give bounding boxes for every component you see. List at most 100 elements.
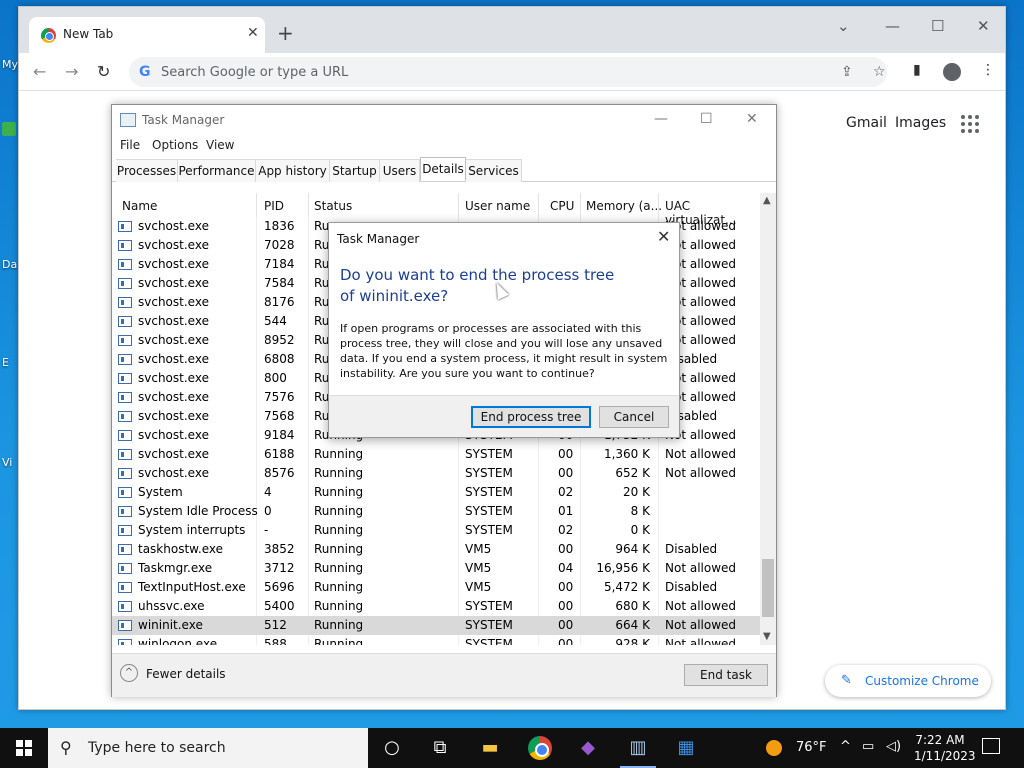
new-tab-button[interactable]: + [277, 23, 294, 43]
tab-performance[interactable]: Performance [178, 159, 256, 182]
scrollbar-thumb[interactable] [762, 559, 774, 617]
cell-status: Running [314, 637, 364, 645]
weather-sun-icon[interactable] [766, 740, 782, 756]
network-icon[interactable]: ▭ [862, 739, 874, 754]
table-row[interactable]: taskhostw.exe 3852 Running VM5 00 964 K Disabl… [112, 540, 760, 559]
table-row[interactable]: System interrupts - Running SYSTEM 02 0 K [112, 521, 760, 540]
table-row[interactable]: TextInputHost.exe 5696 Running VM5 00 5,472 K… [112, 578, 760, 597]
task-manager-taskbar-icon[interactable]: ▥ [620, 736, 656, 768]
tab-processes[interactable]: Processes [116, 159, 178, 182]
column-header-cpu[interactable]: CPU [550, 199, 574, 213]
cortana-icon[interactable]: ○ [380, 736, 404, 760]
cell-status: Running [314, 485, 364, 499]
end-process-tree-button[interactable]: End process tree [471, 406, 591, 428]
google-apps-icon[interactable] [961, 115, 979, 133]
chrome-tab-new-tab[interactable]: New Tab ✕ [29, 17, 265, 53]
dialog-message: If open programs or processes are associ… [340, 322, 668, 380]
file-explorer-icon[interactable]: ▬ [478, 736, 502, 760]
search-placeholder: Type here to search [88, 740, 226, 756]
cancel-button[interactable]: Cancel [599, 406, 669, 428]
close-tab-icon[interactable]: ✕ [247, 25, 259, 41]
chevron-up-icon[interactable]: ^ [120, 664, 138, 682]
address-bar-placeholder: Search Google or type a URL [161, 65, 349, 80]
cell-cpu: 01 [558, 504, 574, 518]
tab-startup[interactable]: Startup [330, 159, 380, 182]
table-row[interactable]: wininit.exe 512 Running SYSTEM 00 664 K Not al… [112, 616, 760, 635]
desktop-icon-label[interactable]: E [2, 356, 9, 369]
cell-name: wininit.exe [138, 618, 203, 632]
scroll-up-icon[interactable]: ▲ [763, 195, 771, 206]
fewer-details-link[interactable]: Fewer details [146, 667, 226, 681]
table-row[interactable]: uhssvc.exe 5400 Running SYSTEM 00 680 K Not al… [112, 597, 760, 616]
column-header-memory[interactable]: Memory (a... [586, 199, 662, 213]
cell-name: svchost.exe [138, 466, 209, 480]
tab-services[interactable]: Services [466, 159, 522, 182]
cell-pid: 5696 [264, 580, 295, 594]
table-row[interactable]: svchost.exe 8576 Running SYSTEM 00 652 K Not a… [112, 464, 760, 483]
table-row[interactable]: System Idle Process 0 Running SYSTEM 01 8 K [112, 502, 760, 521]
address-bar[interactable]: G Search Google or type a URL ⇪ ☆ [129, 57, 887, 87]
cell-name: uhssvc.exe [138, 599, 205, 613]
cell-status: Running [314, 580, 364, 594]
store-icon[interactable]: ▦ [674, 736, 698, 760]
tm-maximize-button[interactable]: ☐ [700, 111, 713, 127]
windows-start-icon[interactable] [16, 740, 32, 756]
task-view-icon[interactable]: ⧉ [428, 736, 452, 760]
column-header-user-name[interactable]: User name [465, 199, 530, 213]
minimize-button[interactable]: — [885, 17, 900, 35]
cell-pid: 7568 [264, 409, 295, 423]
menu-file[interactable]: File [120, 138, 140, 152]
tab-users[interactable]: Users [380, 159, 420, 182]
gmail-link[interactable]: Gmail [846, 115, 887, 131]
customize-chrome-button[interactable]: ✎ Customize Chrome [825, 665, 991, 697]
tm-minimize-button[interactable]: — [654, 111, 668, 127]
cell-name: svchost.exe [138, 219, 209, 233]
column-header-status[interactable]: Status [314, 199, 352, 213]
close-window-button[interactable]: ✕ [977, 17, 990, 35]
end-task-button[interactable]: End task [684, 664, 768, 686]
table-row[interactable]: System 4 Running SYSTEM 02 20 K [112, 483, 760, 502]
weather-temperature[interactable]: 76°F [796, 740, 827, 755]
notification-center-icon[interactable] [982, 738, 1000, 754]
reload-icon[interactable]: ↻ [97, 62, 110, 81]
table-row[interactable]: winlogon.exe 588 Running SYSTEM 00 928 K Not a… [112, 635, 760, 645]
profile-avatar[interactable] [943, 63, 961, 81]
bookmark-star-icon[interactable]: ☆ [873, 64, 886, 80]
side-panel-icon[interactable]: ▮ [913, 62, 921, 78]
maximize-button[interactable]: ☐ [931, 17, 944, 35]
tab-app-history[interactable]: App history [256, 159, 330, 182]
desktop-icon-label[interactable]: Da [2, 258, 17, 271]
tray-chevron-up-icon[interactable]: ^ [840, 739, 851, 754]
process-icon [118, 544, 132, 555]
chrome-menu-icon[interactable]: ⋮ [981, 62, 995, 78]
cell-cpu: 00 [558, 599, 574, 613]
column-header-name[interactable]: Name [122, 199, 157, 213]
tm-close-button[interactable]: ✕ [746, 111, 758, 127]
share-icon[interactable]: ⇪ [841, 64, 853, 80]
column-header-pid[interactable]: PID [264, 199, 284, 213]
dialog-close-icon[interactable]: ✕ [657, 227, 670, 246]
desktop-icon-label[interactable]: Vi [2, 456, 12, 469]
scroll-down-icon[interactable]: ▼ [763, 631, 771, 642]
system-clock[interactable]: 7:22 AM 1/11/2023 [914, 732, 976, 764]
table-row[interactable]: svchost.exe 6188 Running SYSTEM 00 1,360 K Not… [112, 445, 760, 464]
back-icon[interactable]: ← [33, 62, 46, 81]
process-icon [118, 620, 132, 631]
images-link[interactable]: Images [895, 115, 946, 131]
volume-icon[interactable]: ◁) [886, 739, 901, 754]
forward-icon[interactable]: → [65, 62, 78, 81]
pencil-icon: ✎ [841, 673, 852, 688]
desktop-icon-label[interactable]: My [2, 58, 18, 71]
cell-user: VM5 [465, 542, 492, 556]
vertical-scrollbar[interactable]: ▲ ▼ [760, 193, 776, 645]
taskbar-search-box[interactable]: ⚲ Type here to search [48, 728, 368, 768]
tab-search-icon[interactable]: ⌄ [837, 17, 850, 35]
menu-options[interactable]: Options [152, 138, 198, 152]
menu-view[interactable]: View [206, 138, 234, 152]
chrome-toolbar: ← → ↻ G Search Google or type a URL ⇪ ☆ … [19, 53, 1005, 91]
chrome-taskbar-icon[interactable] [528, 736, 552, 760]
tab-details[interactable]: Details [420, 157, 466, 181]
visual-studio-icon[interactable]: ◆ [576, 736, 600, 760]
table-row[interactable]: Taskmgr.exe 3712 Running VM5 04 16,956 K Not a… [112, 559, 760, 578]
desktop-shortcut-icon[interactable] [2, 122, 16, 136]
